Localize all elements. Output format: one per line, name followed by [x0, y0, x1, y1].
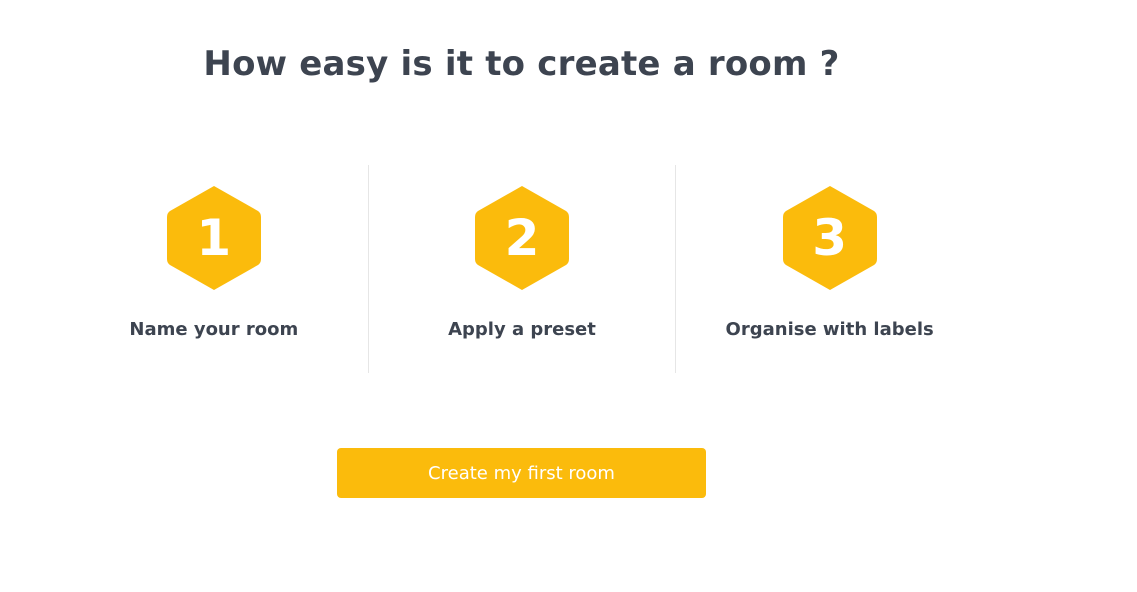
steps-row: 1 Name your room 2 Apply a preset 3 Orga…	[60, 165, 983, 373]
step-number: 2	[504, 209, 540, 267]
step-1: 1 Name your room	[60, 165, 368, 373]
hexagon-icon: 1	[165, 184, 263, 292]
step-number: 3	[812, 209, 848, 267]
step-number: 1	[196, 209, 232, 267]
step-label: Name your room	[129, 319, 299, 340]
hexagon-icon: 2	[473, 184, 571, 292]
step-2: 2 Apply a preset	[367, 165, 676, 373]
step-3: 3 Organise with labels	[675, 165, 983, 373]
step-label: Apply a preset	[448, 319, 596, 340]
create-first-room-button[interactable]: Create my first room	[337, 448, 706, 498]
page-title: How easy is it to create a room ?	[203, 44, 840, 84]
hexagon-icon: 3	[781, 184, 879, 292]
step-label: Organise with labels	[725, 319, 934, 340]
